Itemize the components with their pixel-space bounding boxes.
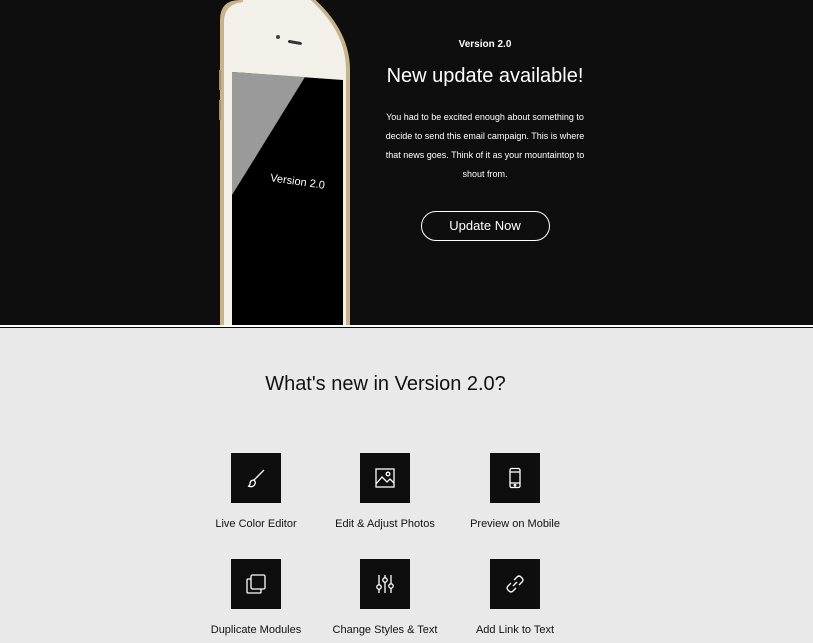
mobile-phone-icon <box>490 453 540 503</box>
feature-live-color-editor: Live Color Editor <box>191 453 321 531</box>
feature-label: Live Color Editor <box>215 518 297 530</box>
hero-body-text: You had to be excited enough about somet… <box>385 112 585 179</box>
phone-mockup-image <box>219 0 350 325</box>
feature-add-link: Add Link to Text <box>450 559 580 637</box>
duplicate-icon <box>231 559 281 609</box>
hero-copy: Version 2.0 New update available! You ha… <box>370 38 600 241</box>
feature-edit-photos: Edit & Adjust Photos <box>320 453 450 531</box>
image-icon <box>360 453 410 503</box>
paintbrush-icon <box>231 453 281 503</box>
feature-label: Add Link to Text <box>475 624 555 636</box>
feature-label: Preview on Mobile <box>470 518 560 530</box>
feature-change-styles: Change Styles & Text <box>320 559 450 637</box>
hero-title: New update available! <box>386 65 584 87</box>
features-title: What's new in Version 2.0? <box>265 373 506 395</box>
feature-label: Duplicate Modules <box>210 624 302 636</box>
feature-label: Edit & Adjust Photos <box>335 518 435 530</box>
hero-section: Version 2.0 Version 2.0 New update avail… <box>0 0 813 325</box>
feature-duplicate-modules: Duplicate Modules <box>191 559 321 637</box>
feature-preview-mobile: Preview on Mobile <box>450 453 580 531</box>
feature-label: Change Styles & Text <box>332 624 438 636</box>
version-tag: Version 2.0 <box>458 39 512 50</box>
features-section: What's new in Version 2.0? Live Color Ed… <box>0 328 813 643</box>
update-now-button[interactable]: Update Now <box>420 211 550 241</box>
link-icon <box>490 559 540 609</box>
sliders-icon <box>360 559 410 609</box>
